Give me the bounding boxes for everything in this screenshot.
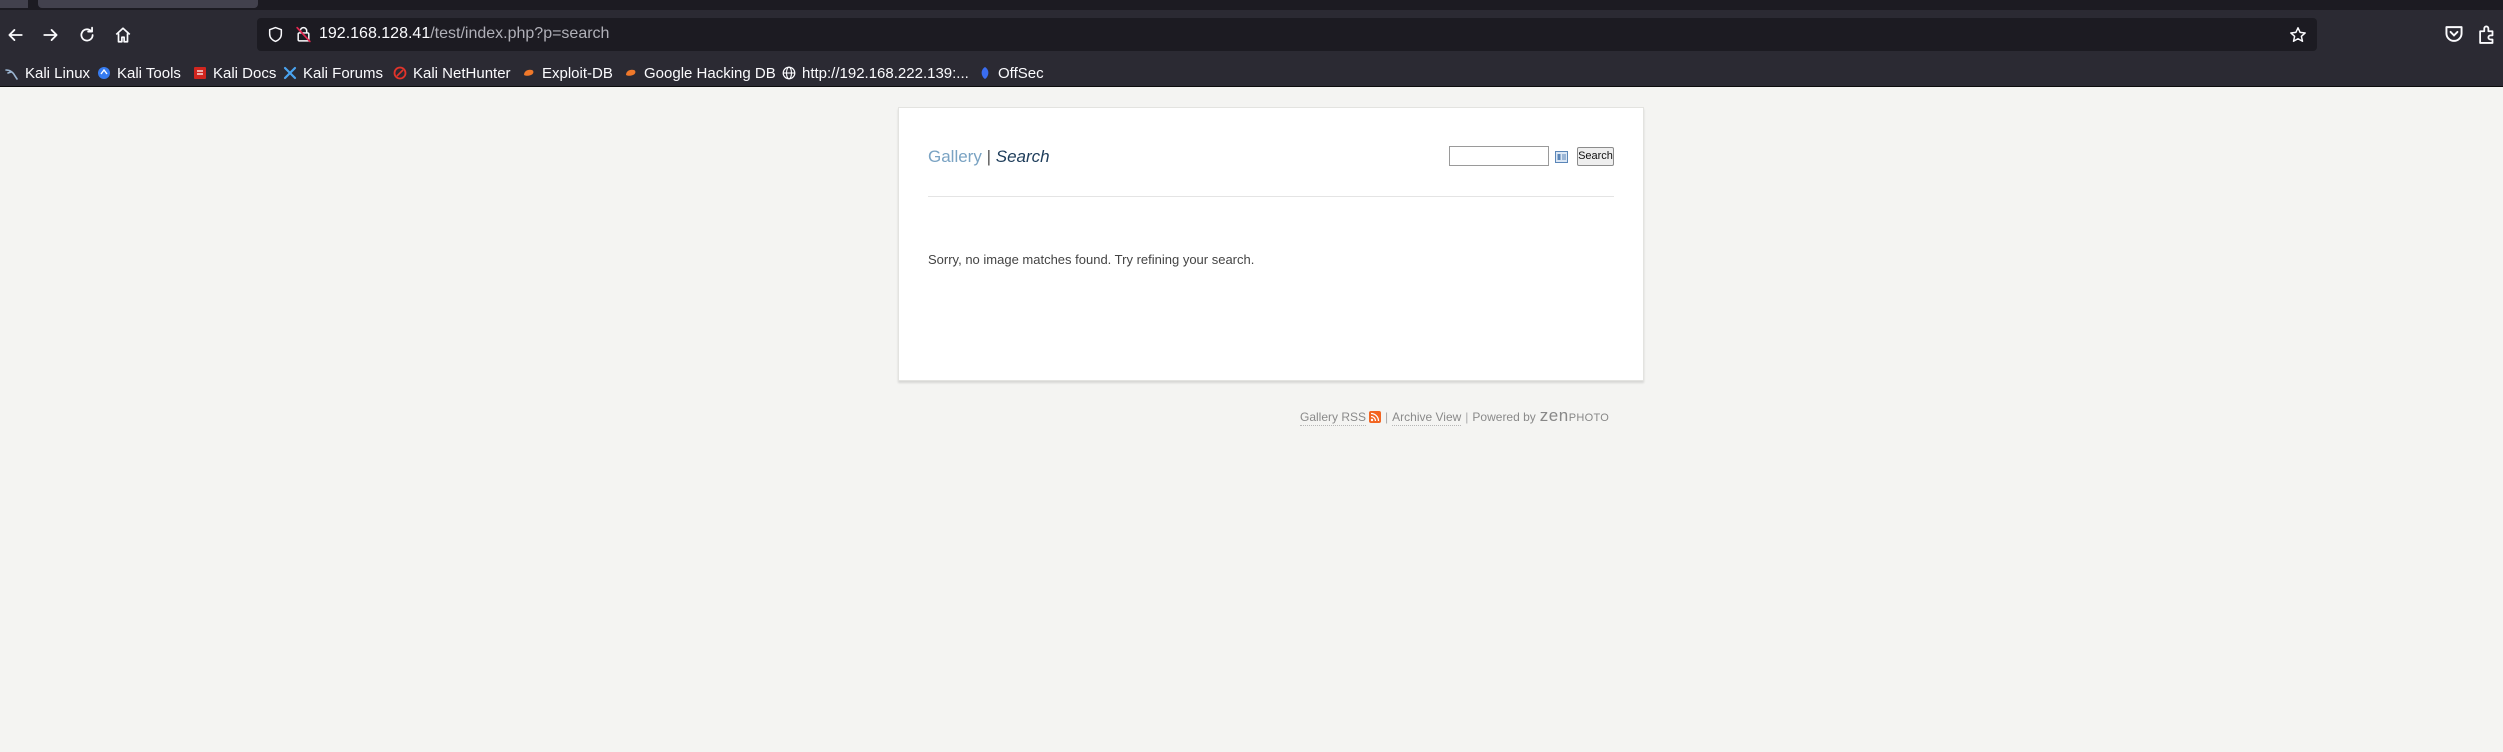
offsec-icon bbox=[981, 67, 989, 79]
search-button[interactable]: Search bbox=[1577, 147, 1614, 166]
kali-dragon-icon bbox=[5, 69, 18, 80]
breadcrumb: Gallery | Search bbox=[928, 147, 1050, 167]
nethunter-icon bbox=[393, 66, 407, 80]
zenphoto-logo-small: PHOTO bbox=[1568, 412, 1610, 424]
tracking-protection-shield-icon[interactable] bbox=[267, 26, 284, 43]
bookmark-label: Kali Forums bbox=[303, 64, 384, 82]
footer-separator: | bbox=[1385, 410, 1389, 424]
powered-by-text: Powered by bbox=[1472, 410, 1536, 424]
pocket-icon[interactable] bbox=[2443, 23, 2465, 45]
breadcrumb-separator: | bbox=[986, 147, 992, 166]
active-tab[interactable] bbox=[38, 0, 258, 8]
search-input[interactable] bbox=[1449, 146, 1549, 166]
bookmark-offsec[interactable]: OffSec bbox=[978, 63, 1044, 83]
reload-icon bbox=[80, 26, 94, 42]
extensions-icon[interactable] bbox=[2476, 23, 2498, 45]
bookmark-label: Kali NetHunter bbox=[413, 64, 511, 82]
bookmark-star-icon[interactable] bbox=[2289, 26, 2307, 44]
url-host: 192.168.128.41 bbox=[319, 25, 431, 42]
globe-icon bbox=[782, 66, 796, 80]
no-results-message: Sorry, no image matches found. Try refin… bbox=[928, 252, 1255, 267]
breadcrumb-gallery-link[interactable]: Gallery bbox=[928, 147, 982, 166]
bookmark-label: Kali Docs bbox=[213, 64, 277, 82]
navigation-toolbar: 192.168.128.41/test/index.php?p=search bbox=[0, 10, 2503, 60]
tab-strip bbox=[0, 0, 2503, 10]
bookmark-kali-forums[interactable]: Kali Forums bbox=[283, 63, 383, 83]
footer-separator: | bbox=[1465, 410, 1469, 424]
bookmark-kali-tools[interactable]: Kali Tools bbox=[97, 63, 181, 83]
exploit-db-icon bbox=[524, 69, 534, 76]
bookmark-http-192-168-222-139[interactable]: http://192.168.222.139:... bbox=[782, 63, 969, 83]
bookmark-kali-docs[interactable]: Kali Docs bbox=[193, 63, 276, 83]
url-path: /test/index.php?p=search bbox=[430, 25, 610, 42]
kali-tools-icon bbox=[98, 67, 110, 79]
url-text[interactable]: 192.168.128.41/test/index.php?p=search bbox=[319, 24, 609, 44]
gallery-rss-link[interactable]: Gallery RSS bbox=[1300, 409, 1367, 426]
ghdb-icon bbox=[626, 69, 636, 76]
bookmark-label: http://192.168.222.139:... bbox=[802, 64, 969, 82]
kali-forums-icon bbox=[283, 66, 297, 80]
reload-button[interactable] bbox=[72, 20, 102, 50]
forward-arrow-icon bbox=[43, 29, 58, 41]
tab-overview-button[interactable] bbox=[0, 0, 28, 8]
bookmark-label: OffSec bbox=[998, 64, 1044, 82]
bookmark-label: Google Hacking DB bbox=[644, 64, 776, 82]
archive-view-link[interactable]: Archive View bbox=[1392, 409, 1462, 426]
bookmark-label: Exploit-DB bbox=[542, 64, 613, 82]
home-icon bbox=[115, 27, 131, 43]
forward-button[interactable] bbox=[36, 20, 66, 50]
page-footer: Gallery RSS | Archive View | Powered by … bbox=[1300, 406, 1610, 426]
bookmark-label: Kali Linux bbox=[25, 64, 91, 82]
gallery-container: Gallery | Search Search Sorry, no image … bbox=[898, 107, 1644, 381]
zenphoto-logo-main: zen bbox=[1539, 406, 1569, 425]
zenphoto-logo-link[interactable]: zenPHOTO bbox=[1539, 406, 1610, 426]
search-fields-options-icon[interactable] bbox=[1555, 151, 1568, 163]
bookmark-label: Kali Tools bbox=[117, 64, 181, 82]
insecure-lock-icon[interactable] bbox=[295, 25, 312, 43]
bookmarks-toolbar: Kali Linux Kali Tools Kali Docs Kali For… bbox=[0, 60, 2503, 87]
rss-feed-icon[interactable] bbox=[1369, 411, 1382, 423]
url-bar[interactable]: 192.168.128.41/test/index.php?p=search bbox=[257, 18, 2317, 51]
bookmark-exploit-db[interactable]: Exploit-DB bbox=[522, 63, 613, 83]
breadcrumb-current-search: Search bbox=[995, 147, 1050, 166]
kali-docs-icon bbox=[194, 67, 206, 79]
bookmark-google-hacking-db[interactable]: Google Hacking DB bbox=[624, 63, 776, 83]
bookmark-kali-nethunter[interactable]: Kali NetHunter bbox=[393, 63, 511, 83]
back-button[interactable] bbox=[0, 20, 30, 50]
bookmark-kali-linux[interactable]: Kali Linux bbox=[5, 63, 90, 83]
back-arrow-icon bbox=[8, 29, 23, 41]
divider bbox=[928, 196, 1614, 197]
home-button[interactable] bbox=[108, 20, 138, 50]
